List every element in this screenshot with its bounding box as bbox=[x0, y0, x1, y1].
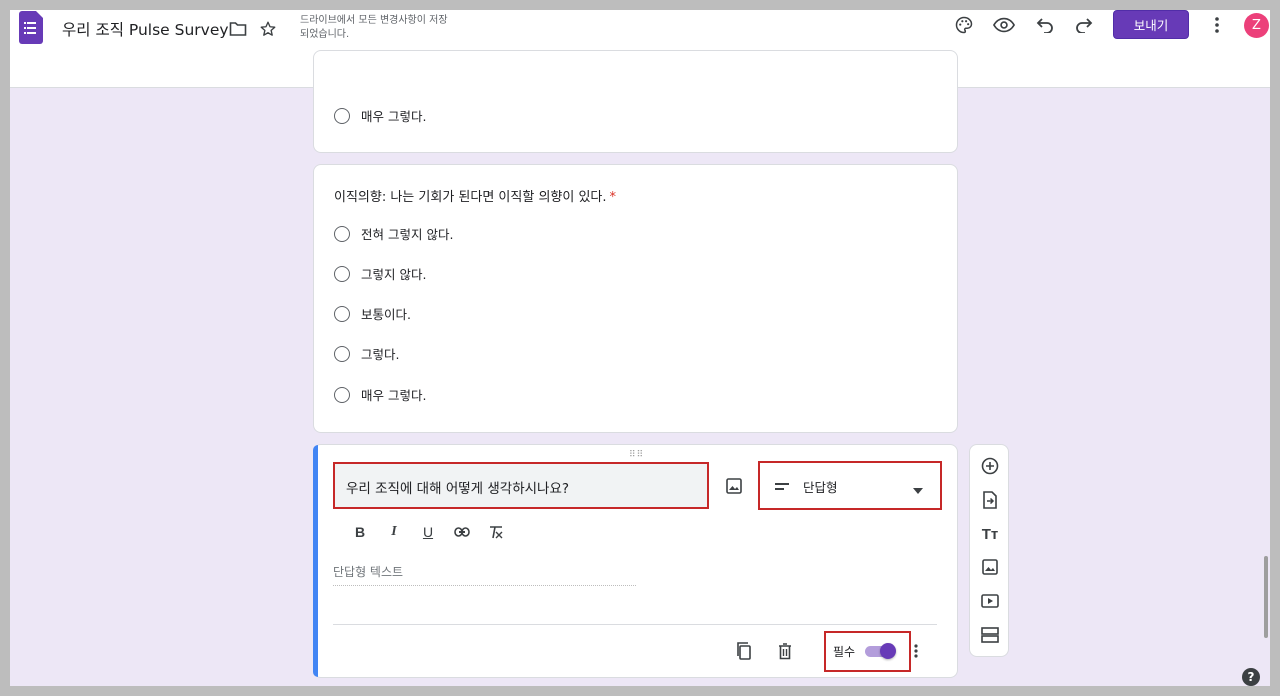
drag-handle-icon[interactable]: ⠿⠿ bbox=[629, 450, 644, 460]
question-card-previous[interactable]: 매우 그렇다. bbox=[313, 50, 958, 153]
format-toolbar: B I U bbox=[343, 521, 513, 543]
add-video-icon[interactable] bbox=[977, 588, 1003, 614]
radio-option[interactable]: 매우 그렇다. bbox=[334, 106, 426, 125]
question-title: 이직의향: 나는 기회가 된다면 이직할 의향이 있다. * bbox=[334, 186, 616, 205]
radio-circle[interactable] bbox=[334, 225, 350, 242]
import-questions-icon[interactable] bbox=[977, 487, 1003, 513]
active-indicator bbox=[313, 445, 318, 677]
radio-circle[interactable] bbox=[334, 107, 350, 124]
more-options-icon[interactable] bbox=[909, 640, 923, 662]
redo-icon[interactable] bbox=[1073, 14, 1095, 36]
highlight-box-required bbox=[824, 631, 911, 672]
add-section-icon[interactable] bbox=[977, 622, 1003, 648]
highlight-box-type bbox=[758, 461, 942, 510]
app-frame: 우리 조직 Pulse Survey 드라이브에서 모든 변경사항이 저장되었습… bbox=[10, 10, 1270, 686]
more-options-icon[interactable] bbox=[1208, 14, 1226, 36]
question-card-turnover[interactable]: 이직의향: 나는 기회가 된다면 이직할 의향이 있다. * 전혀 그렇지 않다.… bbox=[313, 164, 958, 433]
link-icon[interactable] bbox=[445, 521, 479, 543]
highlight-box-title bbox=[333, 462, 709, 509]
option-label: 매우 그렇다. bbox=[361, 388, 427, 403]
add-image-icon[interactable] bbox=[977, 554, 1003, 580]
option-label: 전혀 그렇지 않다. bbox=[361, 227, 454, 242]
scrollbar-thumb[interactable] bbox=[1264, 556, 1268, 638]
radio-circle[interactable] bbox=[334, 386, 350, 403]
duplicate-icon[interactable] bbox=[733, 640, 755, 662]
option-label: 보통이다. bbox=[361, 307, 411, 322]
radio-circle[interactable] bbox=[334, 305, 350, 322]
avatar[interactable]: Z bbox=[1244, 13, 1269, 38]
preview-eye-icon[interactable] bbox=[992, 14, 1016, 36]
side-toolbar: Tт bbox=[969, 444, 1009, 657]
option-label: 그렇다. bbox=[361, 347, 400, 362]
radio-circle[interactable] bbox=[334, 345, 350, 362]
option-label: 매우 그렇다. bbox=[361, 109, 427, 124]
question-title-text: 이직의향: 나는 기회가 된다면 이직할 의향이 있다. bbox=[334, 190, 607, 205]
delete-icon[interactable] bbox=[774, 640, 796, 662]
radio-option[interactable]: 보통이다. bbox=[334, 304, 411, 323]
radio-circle[interactable] bbox=[334, 265, 350, 282]
underline-icon[interactable]: U bbox=[411, 521, 445, 543]
send-button[interactable]: 보내기 bbox=[1113, 10, 1189, 39]
option-label: 그렇지 않다. bbox=[361, 267, 427, 282]
add-title-icon[interactable]: Tт bbox=[977, 521, 1003, 547]
bold-icon[interactable]: B bbox=[343, 521, 377, 543]
add-image-icon[interactable] bbox=[723, 475, 745, 497]
folder-icon[interactable] bbox=[228, 19, 248, 39]
star-icon[interactable] bbox=[258, 19, 278, 39]
required-asterisk: * bbox=[609, 190, 617, 205]
radio-option[interactable]: 그렇다. bbox=[334, 344, 399, 363]
forms-logo-icon[interactable] bbox=[19, 11, 43, 44]
undo-icon[interactable] bbox=[1034, 14, 1056, 36]
card-divider bbox=[333, 624, 937, 625]
radio-option[interactable]: 매우 그렇다. bbox=[334, 385, 426, 404]
radio-option[interactable]: 전혀 그렇지 않다. bbox=[334, 224, 453, 243]
help-icon[interactable]: ? bbox=[1242, 668, 1260, 686]
italic-icon[interactable]: I bbox=[377, 521, 411, 543]
add-question-icon[interactable] bbox=[977, 453, 1003, 479]
palette-icon[interactable] bbox=[953, 14, 975, 36]
question-card-active[interactable]: ⠿⠿ 우리 조직에 대해 어떻게 생각하시나요? 단답형 B I U 단답형 텍… bbox=[313, 444, 958, 678]
clear-format-icon[interactable] bbox=[479, 521, 513, 543]
save-status: 드라이브에서 모든 변경사항이 저장되었습니다. bbox=[300, 15, 448, 40]
document-title[interactable]: 우리 조직 Pulse Survey bbox=[62, 18, 229, 40]
answer-placeholder: 단답형 텍스트 bbox=[333, 563, 636, 586]
radio-option[interactable]: 그렇지 않다. bbox=[334, 264, 426, 283]
